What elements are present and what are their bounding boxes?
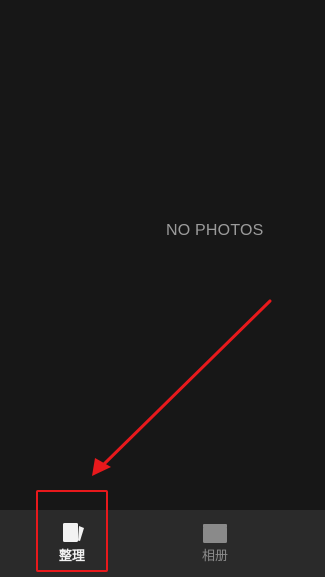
organize-cards-icon <box>63 523 84 542</box>
tab-organize-label: 整理 <box>58 549 85 564</box>
tab-album[interactable]: 相册 <box>180 510 250 577</box>
album-folder-icon <box>203 524 227 543</box>
tab-album-label: 相册 <box>201 549 228 564</box>
annotation-arrow <box>92 299 272 476</box>
bottom-tab-bar: 整理 相册 <box>0 510 325 577</box>
empty-state-text: NO PHOTOS <box>166 222 264 239</box>
app-screen: NO PHOTOS 整理 相册 <box>0 0 325 577</box>
tab-organize[interactable]: 整理 <box>37 510 107 577</box>
